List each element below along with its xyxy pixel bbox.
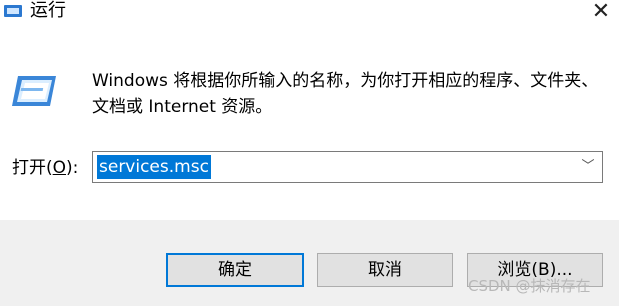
watermark: CSDN @抹消存在 bbox=[468, 277, 591, 295]
cancel-button[interactable]: 取消 bbox=[317, 253, 453, 287]
close-icon: ✕ bbox=[591, 0, 611, 24]
close-button[interactable]: ✕ bbox=[584, 0, 618, 28]
run-dialog-icon bbox=[12, 76, 56, 106]
window-title: 运行 bbox=[30, 0, 66, 21]
open-label: 打开(O): bbox=[12, 156, 78, 180]
run-app-icon bbox=[4, 5, 22, 17]
title-bar: 运行 ✕ bbox=[0, 0, 619, 30]
ok-button[interactable]: 确定 bbox=[166, 253, 304, 287]
dropdown-button[interactable]: ﹀ bbox=[578, 152, 598, 182]
open-combobox[interactable]: services.msc ﹀ bbox=[92, 151, 603, 183]
open-label-hotkey: O bbox=[52, 158, 67, 178]
open-input[interactable]: services.msc bbox=[97, 155, 211, 179]
open-label-prefix: 打开( bbox=[12, 158, 53, 178]
chevron-down-icon: ﹀ bbox=[581, 159, 595, 174]
open-label-suffix: ): bbox=[66, 158, 79, 178]
dialog-description: Windows 将根据你所输入的名称，为你打开相应的程序、文件夹、文档或 Int… bbox=[92, 71, 599, 117]
